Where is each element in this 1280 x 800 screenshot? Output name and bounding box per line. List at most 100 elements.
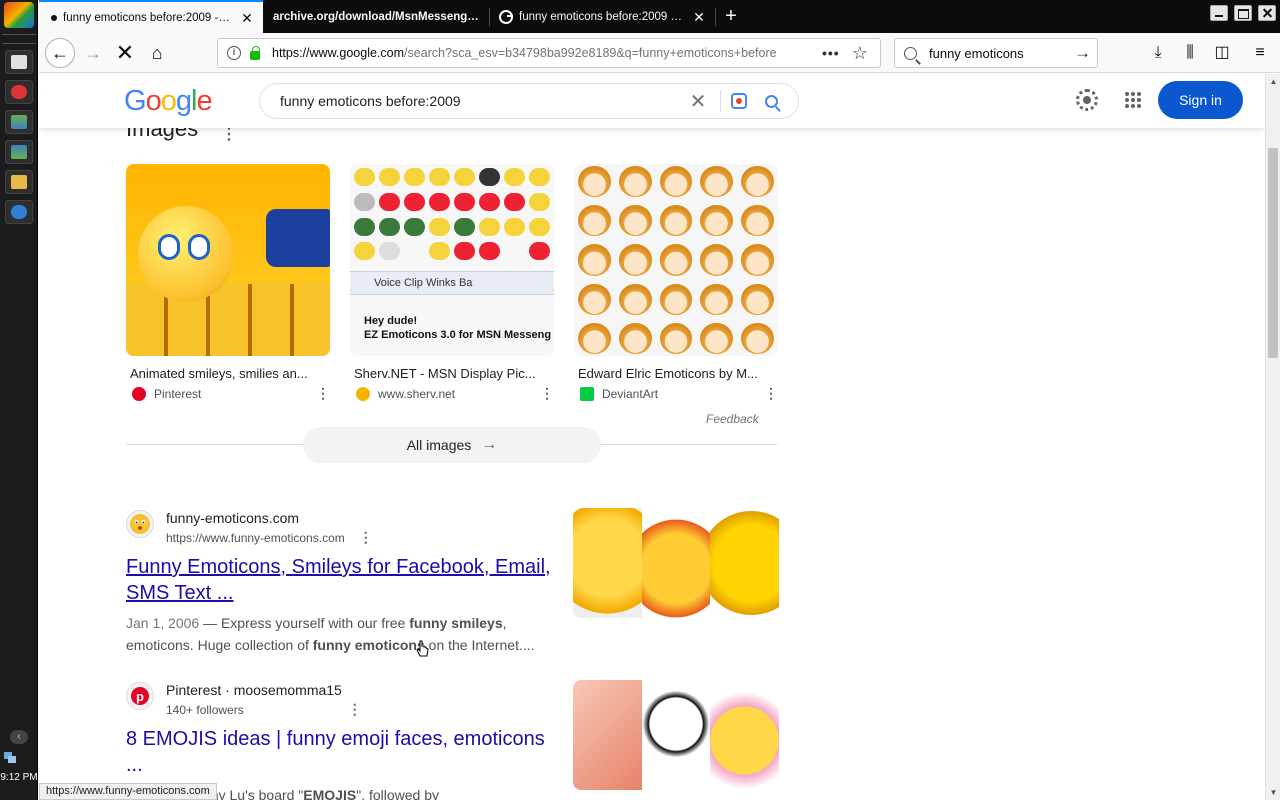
all-images-button[interactable]: All images → — [303, 427, 601, 463]
logo-letter: g — [175, 85, 192, 117]
search-query-input[interactable]: funny emoticons before:2009 — [280, 93, 686, 109]
emoticon-grid-art — [354, 168, 550, 263]
result-title-link[interactable]: 8 EMOJIS ideas | funny emoji faces, emot… — [126, 726, 556, 778]
image-caption[interactable]: Edward Elric Emoticons by M... — [574, 366, 774, 381]
snippet-text: ", followed by — [356, 787, 439, 800]
sign-in-button[interactable]: Sign in — [1158, 81, 1243, 119]
result-url-text: https://www.funny-emoticons.com — [166, 530, 345, 545]
search-icon[interactable] — [765, 94, 778, 108]
result-thumbnail[interactable] — [573, 680, 779, 790]
more-options-icon[interactable]: ⋮ — [764, 385, 778, 402]
search-go-arrow-icon[interactable]: → — [1074, 43, 1091, 63]
settings-gear-icon[interactable] — [1076, 89, 1098, 111]
logo-letter: G — [124, 85, 147, 117]
result-title-link[interactable]: Funny Emoticons, Smileys for Facebook, E… — [126, 554, 556, 606]
navigation-toolbar: ← → ✕ ⌂ i https://www.google.com/search?… — [39, 33, 1280, 73]
taskbar-app-icon-2[interactable] — [5, 140, 33, 164]
bookmark-star-icon[interactable]: ☆ — [852, 43, 868, 64]
google-apps-icon[interactable] — [1125, 92, 1141, 108]
search-result: p Pinterest · moosemomma15 140+ follower… — [126, 680, 786, 800]
taskbar-folder-icon[interactable] — [5, 170, 33, 194]
menu-hamburger-icon[interactable]: ≡ — [1248, 41, 1272, 65]
close-tab-icon[interactable]: ✕ — [239, 10, 255, 26]
image-source-name: DeviantArt — [602, 387, 659, 401]
taskbar-media-icon[interactable] — [5, 80, 33, 104]
library-icon[interactable]: ⫼ — [1178, 41, 1202, 65]
site-info-icon[interactable]: i — [227, 46, 241, 60]
tab-archive-org[interactable]: archive.org/download/MsnMessenger/ — [265, 0, 489, 33]
more-options-icon[interactable]: ⋮ — [316, 385, 330, 402]
thumbnail-message-line: Hey dude! — [364, 315, 418, 327]
result-thumbnail[interactable] — [573, 508, 779, 618]
tab-title: archive.org/download/MsnMessenger/ — [273, 10, 481, 23]
downloads-icon[interactable]: ⤓ — [1146, 41, 1170, 65]
feedback-link[interactable]: Feedback — [706, 412, 759, 426]
minimize-window-button[interactable] — [1210, 5, 1228, 21]
sherv-smiley-icon — [356, 387, 370, 401]
taskbar-app-icon[interactable] — [5, 110, 33, 134]
taskbar-clock[interactable]: 9:12 PM — [0, 772, 38, 783]
result-snippet: Jan 1, 2006 — Express yourself with our … — [126, 612, 556, 656]
close-window-button[interactable] — [1258, 5, 1276, 21]
more-options-icon[interactable]: ⋮ — [359, 529, 373, 546]
logo-letter: o — [145, 85, 162, 117]
taskbar-ie-icon[interactable] — [5, 200, 33, 224]
google-logo[interactable]: Google — [124, 85, 213, 118]
image-thumbnail[interactable] — [126, 164, 330, 356]
google-results-page: Google funny emoticons before:2009 ✕ Sig… — [39, 74, 1265, 800]
image-result-card[interactable]: Edward Elric Emoticons by M... DeviantAr… — [574, 164, 778, 401]
search-icon — [904, 46, 917, 60]
thumbnail-message: Hey dude! EZ Emoticons 3.0 for MSN Messe… — [364, 314, 551, 342]
scroll-up-icon[interactable]: ▲ — [1266, 74, 1280, 89]
new-tab-button[interactable]: + — [719, 4, 743, 28]
start-button[interactable] — [4, 2, 34, 28]
snippet-bold: funny emoticons — [312, 637, 425, 653]
image-source: Pinterest ⋮ — [126, 385, 330, 402]
quick-launch-grip[interactable] — [2, 34, 36, 44]
more-options-icon[interactable]: ⋮ — [540, 385, 554, 402]
image-source: DeviantArt ⋮ — [574, 385, 778, 402]
thumbnail-message-line: EZ Emoticons 3.0 for MSN Messeng — [364, 329, 552, 341]
tab-google-search-2[interactable]: funny emoticons before:2009 - Goo ✕ — [491, 0, 715, 33]
restore-window-button[interactable] — [1234, 5, 1252, 21]
address-bar[interactable]: i https://www.google.com/search?sca_esv=… — [217, 38, 881, 68]
search-result: funny-emoticons.com https://www.funny-em… — [126, 508, 786, 656]
forward-button[interactable]: → — [79, 39, 107, 67]
logo-letter: o — [160, 85, 177, 117]
image-thumbnail[interactable]: Voice Clip Winks Ba Hey dude! EZ Emotico… — [350, 164, 554, 356]
search-box-divider — [720, 90, 721, 112]
image-result-card[interactable]: Animated smileys, smilies an... Pinteres… — [126, 164, 330, 401]
tab-google-search-active[interactable]: funny emoticons before:2009 - Goo ✕ — [39, 0, 263, 33]
image-result-card[interactable]: Voice Clip Winks Ba Hey dude! EZ Emotico… — [350, 164, 554, 401]
page-actions-icon[interactable]: ••• — [822, 45, 840, 61]
home-button[interactable]: ⌂ — [143, 39, 171, 67]
back-button[interactable]: ← — [45, 38, 75, 68]
thumbnail-art — [126, 284, 330, 356]
mouse-cursor-hand-icon — [416, 640, 429, 657]
clear-search-icon[interactable]: ✕ — [686, 89, 710, 114]
sidebar-icon[interactable]: ◫ — [1210, 41, 1234, 65]
url-text[interactable]: https://www.google.com/search?sca_esv=b3… — [272, 46, 812, 60]
scroll-thumb[interactable] — [1268, 148, 1278, 358]
google-favicon-icon — [499, 9, 513, 24]
search-bar-text[interactable]: funny emoticons — [929, 46, 1074, 61]
desktop-taskbar: ‹ 9:12 PM — [0, 0, 38, 800]
google-lens-icon[interactable] — [731, 93, 747, 109]
snippet-text: on the Internet.... — [424, 637, 535, 653]
stop-loading-button[interactable]: ✕ — [111, 39, 139, 67]
more-options-icon[interactable]: ⋮ — [348, 701, 362, 718]
image-source-name: www.sherv.net — [378, 387, 456, 401]
image-thumbnail[interactable] — [574, 164, 778, 356]
page-scrollbar[interactable]: ▲ ▼ — [1265, 74, 1280, 800]
tray-expand-icon[interactable]: ‹ — [10, 730, 28, 744]
all-images-label: All images — [406, 437, 472, 453]
image-caption[interactable]: Sherv.NET - MSN Display Pic... — [350, 366, 550, 381]
image-caption[interactable]: Animated smileys, smilies an... — [126, 366, 326, 381]
network-icon[interactable] — [3, 750, 17, 764]
scroll-down-icon[interactable]: ▼ — [1266, 785, 1280, 800]
browser-search-bar[interactable]: funny emoticons → — [894, 38, 1098, 68]
google-search-box[interactable]: funny emoticons before:2009 ✕ — [259, 83, 799, 119]
close-tab-icon[interactable]: ✕ — [691, 9, 707, 25]
emoticon-grid-art — [578, 166, 774, 354]
taskbar-browser-icon[interactable] — [5, 50, 33, 74]
